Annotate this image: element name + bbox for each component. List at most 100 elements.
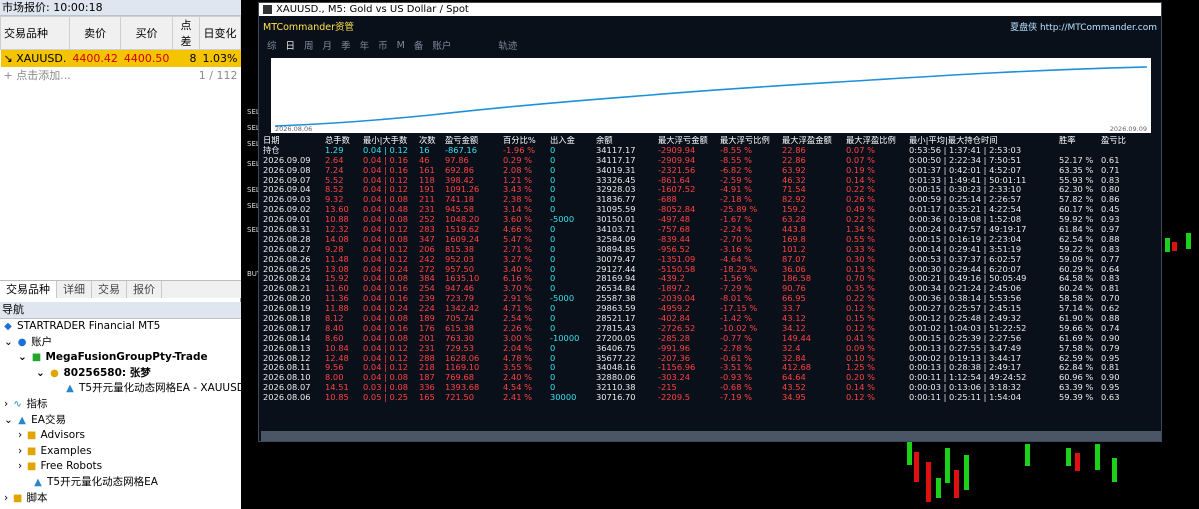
cell: 2.26 % bbox=[503, 323, 532, 333]
cell: 15.92 bbox=[325, 274, 349, 284]
table-row[interactable]: 2026.08.26 11.48 0.04 | 0.12 242 952.03 3.27 … bbox=[263, 255, 1159, 265]
cell: -2.24 % bbox=[720, 225, 752, 235]
tab-monthly[interactable]: 月 bbox=[323, 38, 333, 52]
cell: 0.12 % bbox=[846, 323, 875, 333]
table-row[interactable]: 2026.09.04 8.52 0.04 | 0.12 191 1091.26 3.43 … bbox=[263, 185, 1159, 195]
table-row[interactable]: 2026.08.24 15.92 0.04 | 0.08 384 1635.10 6.16… bbox=[263, 274, 1159, 284]
col-bid[interactable]: 卖价 bbox=[68, 16, 122, 50]
tab-magic[interactable]: M bbox=[397, 40, 405, 51]
cell: 60.96 % bbox=[1059, 373, 1094, 383]
table-row[interactable]: 持仓 1.29 0.04 | 0.12 16 -867.16 -1.96 % 0 34117.… bbox=[263, 146, 1159, 156]
tab-trading[interactable]: 交易 bbox=[92, 281, 127, 298]
table-row[interactable]: 2026.09.09 2.64 0.04 | 0.16 46 97.86 0.29 % 0 3… bbox=[263, 156, 1159, 166]
table-row[interactable]: 2026.09.07 5.52 0.04 | 0.12 118 398.42 1.21 %… bbox=[263, 176, 1159, 186]
table-row[interactable]: 2026.08.28 14.08 0.04 | 0.08 347 1609.24 5.47… bbox=[263, 235, 1159, 245]
tab-symbols[interactable]: 交易品种 bbox=[0, 281, 57, 298]
cell: 0.20 % bbox=[846, 373, 875, 383]
table-row[interactable]: 2026.08.13 10.84 0.04 | 0.12 231 729.53 2.04 … bbox=[263, 344, 1159, 354]
cell: 22.86 bbox=[782, 155, 806, 165]
table-row[interactable]: 2026.09.03 9.32 0.04 | 0.08 211 741.18 2.38 %… bbox=[263, 195, 1159, 205]
cell: -215 bbox=[658, 383, 677, 393]
cell: 0.88 bbox=[1101, 314, 1120, 324]
author-link[interactable]: 夏盘侠 http://MTCommander.com bbox=[1010, 20, 1157, 33]
tab-quarterly[interactable]: 季 bbox=[341, 38, 351, 52]
cell: 1.29 bbox=[325, 145, 344, 155]
cell: 0.88 bbox=[1101, 234, 1120, 244]
table-row[interactable]: 2026.08.25 13.08 0.04 | 0.24 272 957.50 3.40 … bbox=[263, 265, 1159, 275]
cell: 9.56 bbox=[325, 363, 344, 373]
cell: -4.91 % bbox=[720, 185, 752, 195]
nav-item-broker[interactable]: ◆ STARTRADER Financial MT5 bbox=[0, 319, 241, 335]
nav-item-account[interactable]: ⌄ ● 80256580: 张梦 bbox=[0, 366, 241, 382]
table-row[interactable]: ↘ XAUUSD. 4400.42 4400.50 8 1.03% bbox=[0, 49, 241, 67]
tab-account[interactable]: 账户 bbox=[432, 38, 451, 52]
col-ask[interactable]: 买价 bbox=[120, 16, 173, 50]
col-spread[interactable]: 点差 bbox=[171, 16, 201, 50]
nav-item-free-robots[interactable]: › ■ Free Robots bbox=[0, 459, 241, 475]
table-row[interactable]: 2026.08.17 8.40 0.04 | 0.16 176 615.38 2.26 %… bbox=[263, 324, 1159, 334]
table-row[interactable]: 2026.08.18 8.12 0.04 | 0.08 189 705.74 2.54 %… bbox=[263, 314, 1159, 324]
symbol-cell[interactable]: ↘ XAUUSD. bbox=[0, 49, 70, 67]
cell: 443.8 bbox=[782, 225, 806, 235]
cell: 201 bbox=[419, 333, 435, 343]
tab-details[interactable]: 详细 bbox=[57, 281, 92, 298]
table-row[interactable]: 2026.09.01 10.88 0.04 | 0.08 252 1048.20 3.60… bbox=[263, 215, 1159, 225]
table-row[interactable]: 2026.08.11 9.56 0.04 | 0.12 218 1169.10 3.55 … bbox=[263, 363, 1159, 373]
table-row[interactable]: 2026.08.14 8.60 0.04 | 0.08 201 763.30 3.00 %… bbox=[263, 334, 1159, 344]
cell: 2.40 % bbox=[503, 373, 532, 383]
table-row[interactable]: 2026.08.21 11.60 0.04 | 0.16 254 947.46 3.70 … bbox=[263, 284, 1159, 294]
cell: 0.03 | 0.08 bbox=[363, 383, 409, 393]
cell: 2.08 % bbox=[503, 165, 532, 175]
nav-item-experts[interactable]: ⌄ ▲ EA交易 bbox=[0, 413, 241, 429]
table-header[interactable]: 日期 总手数 最小|大手数 次数 盈亏金额 百分比% 出入金 余额 最大浮亏金额 最大浮亏比例 最大… bbox=[263, 136, 1159, 146]
cell: 272 bbox=[419, 264, 435, 274]
table-row[interactable]: 2026.08.27 9.28 0.04 | 0.12 206 815.38 2.71 %… bbox=[263, 245, 1159, 255]
cell: 57.14 % bbox=[1059, 304, 1094, 314]
spread-cell: 8 bbox=[172, 49, 200, 67]
cell: 3.27 % bbox=[503, 254, 532, 264]
table-row[interactable]: 2026.08.07 14.51 0.03 | 0.08 336 1393.68 4.54… bbox=[263, 383, 1159, 393]
table-row[interactable]: 2026.08.12 12.48 0.04 | 0.12 288 1628.06 4.78… bbox=[263, 354, 1159, 364]
cell: 4.71 % bbox=[503, 304, 532, 314]
table-row[interactable]: 2026.08.19 11.88 0.04 | 0.24 224 1342.42 4.71… bbox=[263, 304, 1159, 314]
cell: 28169.94 bbox=[596, 274, 636, 284]
col-symbol[interactable]: 交易品种 bbox=[0, 16, 70, 50]
cell: 34048.16 bbox=[596, 363, 636, 373]
cell: 2026.08.21 bbox=[263, 284, 311, 294]
add-symbol-row[interactable]: + 点击添加... 1 / 112 bbox=[1, 67, 241, 84]
nav-item-ea[interactable]: ▲ T5开元量化动态网格EA bbox=[0, 475, 241, 491]
cell: 11.60 bbox=[325, 284, 349, 294]
tab-daily[interactable]: 日 bbox=[286, 38, 296, 52]
tab-currency[interactable]: 币 bbox=[378, 38, 388, 52]
cell: 0 bbox=[550, 195, 556, 205]
tab-track[interactable]: 轨迹 bbox=[498, 38, 517, 52]
table-row[interactable]: 2026.09.02 13.60 0.04 | 0.48 231 945.58 3.14 … bbox=[263, 205, 1159, 215]
nav-item-examples[interactable]: › ■ Examples bbox=[0, 444, 241, 460]
nav-item-accounts[interactable]: ⌄ ● 账户 bbox=[0, 335, 241, 351]
tab-ticks[interactable]: 报价 bbox=[127, 281, 162, 298]
table-row[interactable]: 2026.08.31 12.32 0.04 | 0.12 283 1519.62 4.66… bbox=[263, 225, 1159, 235]
tab-yearly[interactable]: 年 bbox=[360, 38, 370, 52]
cell: 763.30 bbox=[445, 333, 475, 343]
nav-item-server[interactable]: ⌄ ■ MegaFusionGroupPty-Trade bbox=[0, 350, 241, 366]
cell: 384 bbox=[419, 274, 435, 284]
table-row[interactable]: 2026.08.10 8.00 0.04 | 0.08 187 769.68 2.40 %… bbox=[263, 373, 1159, 383]
table-row[interactable]: 2026.08.06 10.85 0.05 | 0.25 165 721.50 2.41 … bbox=[263, 393, 1159, 403]
cell: 0.71 bbox=[1101, 165, 1120, 175]
tab-weekly[interactable]: 周 bbox=[304, 38, 314, 52]
tab-remark[interactable]: 备 bbox=[414, 38, 424, 52]
nav-item-indicators[interactable]: › ∿ 指标 bbox=[0, 397, 241, 413]
tab-overall[interactable]: 综 bbox=[267, 38, 277, 52]
nav-item-scripts[interactable]: › ■ 脚本 bbox=[0, 491, 241, 507]
table-row[interactable]: 2026.08.20 11.36 0.04 | 0.16 239 723.79 2.91 … bbox=[263, 294, 1159, 304]
col-daily-change[interactable]: 日变化 bbox=[199, 16, 241, 50]
candle bbox=[1186, 233, 1191, 249]
cell: 8.00 bbox=[325, 373, 344, 383]
nav-item-running-ea[interactable]: ▲ T5开元量化动态网格EA - XAUUSD.,M bbox=[0, 381, 260, 397]
cell: 0.04 | 0.12 bbox=[363, 254, 409, 264]
table-row[interactable]: 2026.09.08 7.24 0.04 | 0.16 161 692.86 2.08 %… bbox=[263, 166, 1159, 176]
cell: -7.29 % bbox=[720, 284, 752, 294]
nav-item-advisors[interactable]: › ■ Advisors bbox=[0, 428, 241, 444]
add-symbol-label[interactable]: 点击添加... bbox=[16, 69, 71, 82]
cell: 0 bbox=[550, 284, 556, 294]
